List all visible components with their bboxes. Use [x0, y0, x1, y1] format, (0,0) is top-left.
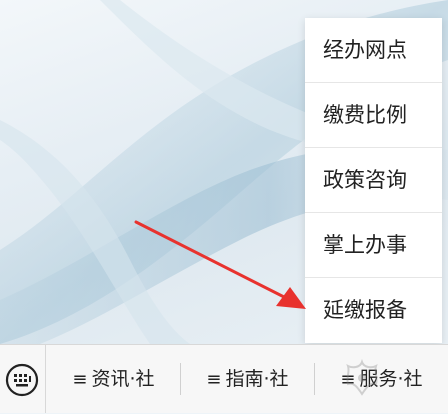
menu-item-policy-consult[interactable]: 政策咨询	[305, 148, 442, 213]
menu-list-icon: ≡	[206, 369, 222, 390]
tab-guide-label: 指南·社	[225, 368, 289, 390]
tab-guide[interactable]: ≡ 指南·社	[181, 345, 314, 413]
popup-menu: 经办网点 缴费比例 政策咨询 掌上办事 延缴报备	[305, 18, 442, 343]
tab-news-label: 资讯·社	[91, 368, 155, 390]
keyboard-icon	[5, 363, 39, 397]
menu-list-icon: ≡	[72, 369, 88, 390]
menu-item-payment-ratio[interactable]: 缴费比例	[305, 83, 442, 148]
watermark-logo	[346, 358, 378, 396]
tab-news[interactable]: ≡ 资讯·社	[47, 345, 180, 413]
menu-item-branches[interactable]: 经办网点	[305, 18, 442, 83]
menu-item-mobile-service[interactable]: 掌上办事	[305, 213, 442, 278]
menu-item-deferred-filing[interactable]: 延缴报备	[305, 278, 442, 343]
keyboard-toggle-button[interactable]	[0, 345, 46, 413]
